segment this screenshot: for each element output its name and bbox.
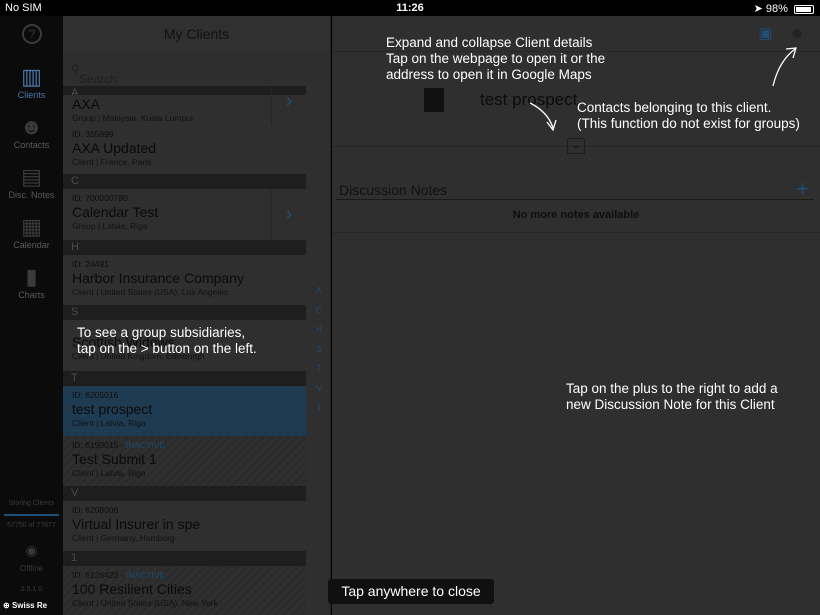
battery-icon — [794, 4, 814, 14]
clock: 11:26 — [396, 2, 424, 14]
battery-status: ➤ 98% — [754, 2, 814, 15]
app-screen: No SIM 11:26 ➤ 98% ? ▥ Clients ☻ Contact… — [0, 0, 820, 615]
hint-arrows — [529, 47, 797, 132]
battery-percent: 98% — [765, 3, 788, 15]
location-arrow-icon: ➤ — [753, 3, 763, 15]
close-tutorial-button[interactable]: Tap anywhere to close — [328, 579, 494, 604]
status-bar: No SIM 11:26 ➤ 98% — [0, 0, 820, 16]
tutorial-overlay[interactable]: Expand and collapse Client details Tap o… — [0, 16, 820, 615]
